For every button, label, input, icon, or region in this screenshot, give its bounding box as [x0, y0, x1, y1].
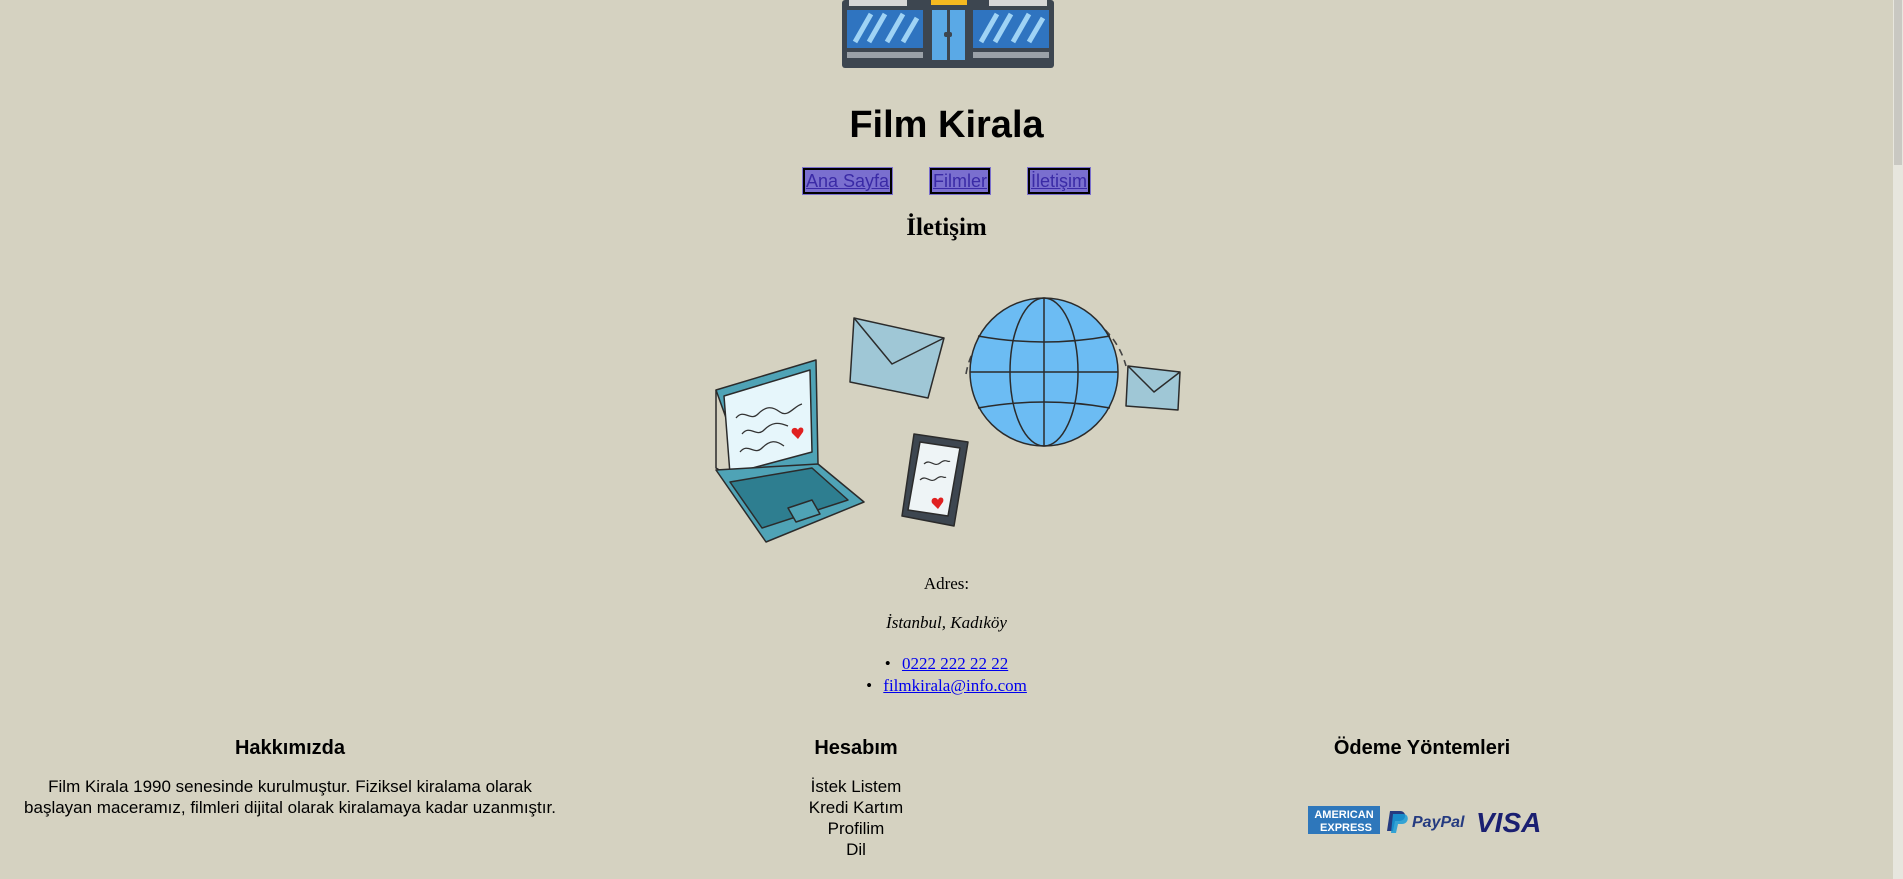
footer-about: Hakkımızda Film Kirala 1990 senesinde ku…: [24, 733, 556, 818]
nav-films-link[interactable]: Filmler: [929, 167, 992, 195]
footer-payment: Ödeme Yöntemleri AMERICAN EXPRESS PayPal…: [1262, 733, 1582, 837]
about-text: Film Kirala 1990 senesinde kurulmuştur. …: [24, 777, 556, 817]
svg-text:PayPal: PayPal: [1412, 814, 1465, 831]
visa-logo: VISA: [1476, 807, 1541, 837]
contact-list: 0222 222 22 22 filmkirala@info.com: [0, 653, 1893, 697]
account-link-wishlist[interactable]: İstek Listem: [756, 776, 956, 797]
scrollbar-thumb[interactable]: [1894, 0, 1902, 165]
payment-title: Ödeme Yöntemleri: [1333, 737, 1511, 759]
cinema-storefront-icon: [842, 0, 1054, 68]
about-title: Hakkımızda: [234, 737, 346, 759]
contact-devices-globe-icon: [715, 297, 1181, 543]
payment-logos: AMERICAN EXPRESS PayPal VISA: [1308, 806, 1541, 837]
svg-text:VISA: VISA: [1476, 807, 1541, 837]
american-express-logo: AMERICAN EXPRESS: [1308, 806, 1380, 834]
account-link-language[interactable]: Dil: [756, 839, 956, 860]
vertical-scrollbar[interactable]: [1893, 0, 1903, 879]
account-title: Hesabım: [814, 737, 898, 759]
footer-account: Hesabım İstek Listem Kredi Kartım Profil…: [756, 733, 956, 860]
email-link[interactable]: filmkirala@info.com: [883, 676, 1027, 695]
svg-text:EXPRESS: EXPRESS: [1320, 822, 1372, 834]
list-item: filmkirala@info.com: [0, 675, 1893, 697]
page-title: İletişim: [906, 214, 987, 241]
account-link-credit-card[interactable]: Kredi Kartım: [756, 797, 956, 818]
main-nav: Ana Sayfa Filmler İletişim: [0, 167, 1893, 195]
address-label: Adres:: [923, 574, 970, 593]
site-title: Film Kirala: [849, 104, 1044, 146]
account-link-profile[interactable]: Profilim: [756, 818, 956, 839]
list-item: 0222 222 22 22: [0, 653, 1893, 675]
nav-contact-link[interactable]: İletişim: [1027, 167, 1092, 195]
svg-text:AMERICAN: AMERICAN: [1314, 809, 1373, 821]
phone-link[interactable]: 0222 222 22 22: [902, 654, 1008, 673]
paypal-logo: PayPal: [1387, 811, 1465, 833]
nav-home-link[interactable]: Ana Sayfa: [801, 167, 894, 195]
address-value: İstanbul, Kadıköy: [886, 613, 1007, 632]
